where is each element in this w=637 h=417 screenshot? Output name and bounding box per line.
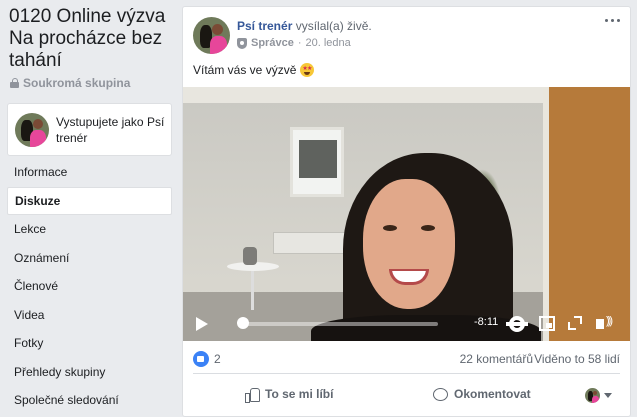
nav-item-oznameni[interactable]: Oznámení: [7, 244, 172, 273]
like-reaction-icon[interactable]: [193, 351, 209, 367]
post-options-button[interactable]: [605, 19, 620, 22]
lock-icon: [10, 78, 19, 88]
video-progress-track[interactable]: [241, 322, 438, 326]
author-name-link[interactable]: Psí trenér: [237, 19, 292, 33]
post-actions: To se mi líbí Okomentovat: [183, 379, 630, 411]
nav-item-diskuze[interactable]: Diskuze: [7, 186, 172, 215]
live-video-post: Psí trenér vysílal(a) živě. Správce · 20…: [182, 6, 631, 417]
post-meta-line: Správce · 20. ledna: [237, 37, 372, 49]
group-privacy: Soukromá skupina: [10, 76, 130, 90]
nav-item-prehledy[interactable]: Přehledy skupiny: [7, 358, 172, 387]
comment-button[interactable]: Okomentovat: [433, 387, 531, 401]
more-dots-icon: [605, 19, 608, 22]
video-scene-door: [549, 87, 630, 341]
comments-count[interactable]: 22 komentářů: [460, 352, 533, 366]
video-scene-person-face: [363, 179, 455, 309]
privacy-label: Soukromá skupina: [23, 76, 131, 90]
post-date-link[interactable]: 20. ledna: [305, 37, 350, 49]
post-text-content: Vítám vás ve výzvě: [193, 63, 297, 77]
acting-as-card[interactable]: Vystupujete jako Psí trenér: [7, 103, 172, 156]
fullscreen-icon[interactable]: [568, 316, 582, 330]
volume-icon[interactable]: [596, 315, 611, 329]
like-button-label: To se mi líbí: [265, 387, 334, 401]
video-scene-vase: [243, 247, 257, 265]
group-sidebar: 0120 Online výzva Na procházce bez tahán…: [0, 0, 178, 417]
video-progress-knob[interactable]: [237, 317, 249, 329]
post-text: Vítám vás ve výzvě: [193, 63, 315, 77]
video-scene-window: [290, 127, 344, 197]
play-icon[interactable]: [196, 317, 208, 331]
thumbs-up-icon: [245, 387, 260, 403]
nav-item-informace[interactable]: Informace: [7, 158, 172, 187]
acting-as-label: Vystupujete jako Psí trenér: [56, 114, 165, 145]
time-remaining: -8:11: [474, 316, 499, 328]
video-player[interactable]: -8:11: [183, 87, 630, 341]
comment-bubble-icon: [433, 387, 448, 401]
post-header: Psí trenér vysílal(a) živě. Správce · 20…: [193, 17, 372, 54]
post-meta: Psí trenér vysílal(a) živě. Správce · 20…: [237, 19, 372, 54]
star-struck-emoji-icon: [300, 63, 315, 77]
author-line: Psí trenér vysílal(a) živě.: [237, 19, 372, 34]
nav-item-lekce[interactable]: Lekce: [7, 215, 172, 244]
nav-item-clenove[interactable]: Členové: [7, 272, 172, 301]
post-stats: 2 22 komentářů Viděno to 58 lidí: [193, 350, 620, 368]
admin-shield-icon: [237, 37, 247, 49]
meta-separator: ·: [297, 37, 302, 49]
picture-in-picture-icon[interactable]: [539, 316, 555, 331]
author-avatar[interactable]: [193, 17, 230, 54]
gear-icon[interactable]: [506, 316, 528, 332]
nav-item-videa[interactable]: Videa: [7, 301, 172, 330]
page-avatar: [15, 112, 49, 147]
like-button[interactable]: To se mi líbí: [245, 387, 334, 403]
nav-item-fotky[interactable]: Fotky: [7, 329, 172, 358]
post-as-selector[interactable]: [585, 388, 612, 403]
views-count[interactable]: Viděno to 58 lidí: [534, 352, 620, 366]
caret-down-icon: [604, 393, 612, 398]
comment-button-label: Okomentovat: [454, 387, 531, 401]
stats-divider: [193, 373, 620, 374]
nav-item-spolecne-sledovani[interactable]: Společné sledování: [7, 386, 172, 415]
video-scene-radiator: [273, 232, 348, 254]
post-action-text: vysílal(a) živě.: [295, 19, 372, 33]
group-nav: Informace Diskuze Lekce Oznámení Členové…: [7, 158, 172, 415]
video-scene-table-leg: [251, 270, 254, 310]
group-title[interactable]: 0120 Online výzva Na procházce bez tahán…: [9, 6, 174, 72]
viewer-avatar: [585, 388, 600, 403]
author-role: Správce: [251, 37, 294, 49]
video-controls: -8:11: [183, 307, 630, 341]
like-count[interactable]: 2: [214, 352, 221, 366]
